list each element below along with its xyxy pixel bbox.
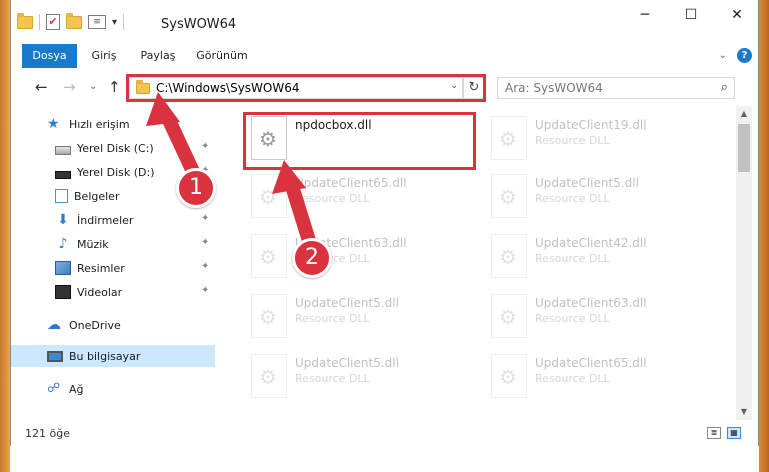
- step-badge-2: 2: [292, 238, 332, 278]
- arrow-1: [146, 92, 203, 185]
- step-badge-1: 1: [176, 168, 216, 208]
- arrow-2: [272, 160, 317, 251]
- annotation-overlay: [146, 92, 317, 251]
